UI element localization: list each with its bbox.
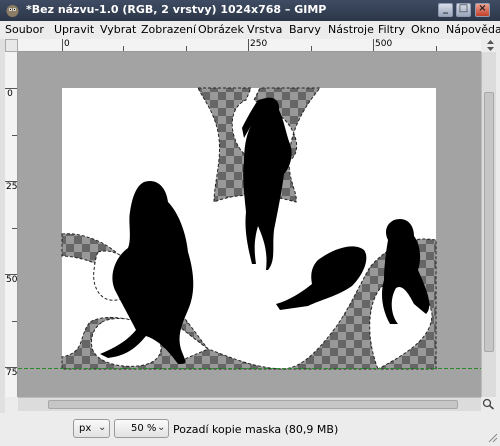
- ruler-label: 500: [6, 275, 18, 285]
- quick-mask-corner[interactable]: [5, 39, 18, 52]
- image-canvas[interactable]: [18, 52, 481, 397]
- status-bar: px ⌄ 50 % ⌄ Pozadí kopie maska (80,9 MB): [0, 413, 500, 446]
- ruler-label: 750: [6, 368, 18, 378]
- zoom-icon[interactable]: [482, 398, 495, 410]
- vertical-scrollbar[interactable]: [481, 52, 496, 397]
- menu-upravit[interactable]: Upravit: [54, 23, 94, 36]
- menu-bar: Soubor Upravit Vybrat Zobrazení Obrázek …: [0, 21, 500, 39]
- resize-grip-icon[interactable]: [486, 431, 498, 443]
- menu-nastroje[interactable]: Nástroje: [328, 23, 374, 36]
- window-title: *Bez názvu-1.0 (RGB, 2 vrstvy) 1024x768 …: [26, 3, 327, 16]
- minimize-button[interactable]: _: [438, 3, 453, 17]
- minimize-icon: _: [443, 3, 448, 14]
- chevron-down-icon: ⌄: [98, 422, 107, 433]
- ruler-label: 500: [375, 39, 393, 49]
- maximize-icon: □: [458, 3, 469, 14]
- gimp-app-icon: [6, 5, 19, 17]
- menu-okno[interactable]: Okno: [411, 23, 440, 36]
- horizontal-scrollbar[interactable]: [18, 397, 481, 411]
- navigate-icon[interactable]: [485, 39, 496, 52]
- horizontal-scroll-thumb[interactable]: [48, 400, 458, 409]
- menu-napoveda[interactable]: Nápověda: [446, 23, 500, 36]
- unit-value: px: [79, 423, 92, 434]
- maximize-button[interactable]: □: [456, 3, 471, 17]
- zoom-value: 50 %: [131, 423, 157, 434]
- ruler-label: 250: [6, 182, 18, 192]
- menu-filtry[interactable]: Filtry: [378, 23, 405, 36]
- menu-soubor[interactable]: Soubor: [5, 23, 44, 36]
- menu-barvy[interactable]: Barvy: [289, 23, 321, 36]
- title-bar: *Bez názvu-1.0 (RGB, 2 vrstvy) 1024x768 …: [0, 0, 500, 21]
- ruler-label: 0: [64, 39, 70, 49]
- menu-vybrat[interactable]: Vybrat: [100, 23, 136, 36]
- menu-vrstva[interactable]: Vrstva: [247, 23, 282, 36]
- close-icon: ×: [478, 3, 487, 14]
- ruler-label: 0: [7, 89, 13, 99]
- ruler-label: 250: [250, 39, 268, 49]
- zoom-select[interactable]: 50 % ⌄: [114, 419, 169, 438]
- status-message: Pozadí kopie maska (80,9 MB): [173, 423, 339, 436]
- close-button[interactable]: ×: [475, 3, 490, 17]
- chevron-down-icon: ⌄: [157, 422, 166, 433]
- menu-zobrazeni[interactable]: Zobrazení: [141, 23, 196, 36]
- unit-select[interactable]: px ⌄: [73, 419, 110, 438]
- vertical-scroll-thumb[interactable]: [484, 92, 494, 352]
- menu-obrazek[interactable]: Obrázek: [198, 23, 244, 36]
- vertical-ruler[interactable]: 0 250 500 750: [5, 52, 18, 397]
- horizontal-ruler[interactable]: 0 250 500: [18, 39, 481, 52]
